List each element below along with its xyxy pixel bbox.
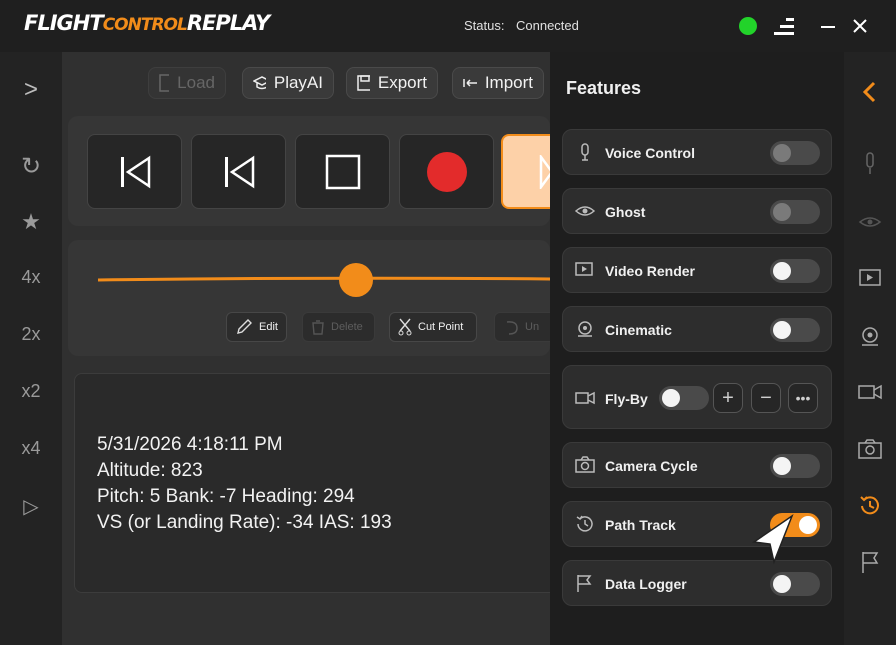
edit-button[interactable]: Edit [226, 312, 287, 342]
speed-4x-button[interactable]: 4x [0, 267, 62, 288]
info-speed: VS (or Landing Rate): -34 IAS: 193 [97, 512, 392, 533]
info-altitude: Altitude: 823 [97, 460, 203, 481]
status-label: Status: [464, 18, 505, 33]
video-render-toggle[interactable] [770, 259, 820, 283]
star-icon[interactable]: ★ [0, 209, 62, 235]
app-logo: FLIGHTCONTROLREPLAY [24, 11, 270, 35]
playai-button[interactable]: PlayAI [242, 67, 334, 99]
expand-chevron-icon[interactable]: > [0, 76, 62, 104]
stop-button[interactable] [295, 134, 390, 209]
feature-cinematic: Cinematic [562, 306, 832, 352]
file-icon [159, 74, 170, 92]
speed-x4-button[interactable]: x4 [0, 438, 62, 459]
step-back-button[interactable] [191, 134, 286, 209]
status-indicator-icon [739, 17, 757, 35]
pencil-icon [237, 319, 252, 334]
speed-2x-button[interactable]: 2x [0, 324, 62, 345]
refresh-icon[interactable]: ↻ [0, 152, 62, 181]
flag-icon [577, 575, 592, 592]
fly-by-remove-button[interactable]: − [751, 383, 781, 413]
camera-icon[interactable] [855, 437, 885, 461]
export-button[interactable]: Export [346, 67, 438, 99]
cinematic-camera-icon[interactable] [855, 324, 885, 348]
fly-by-add-button[interactable]: + [713, 383, 743, 413]
microphone-icon [581, 143, 589, 161]
timeline-handle[interactable] [339, 263, 373, 297]
undo-icon [506, 321, 518, 335]
timeline-slider[interactable] [96, 262, 550, 298]
history-icon[interactable] [855, 494, 885, 518]
eye-icon [575, 206, 595, 216]
import-button[interactable]: Import [452, 67, 544, 99]
video-camera-icon [575, 391, 595, 405]
flight-info-box: 5/31/2026 4:18:11 PM Altitude: 823 Pitch… [74, 373, 574, 593]
feature-video-render: Video Render [562, 247, 832, 293]
info-attitude: Pitch: 5 Bank: -7 Heading: 294 [97, 486, 355, 507]
ghost-toggle[interactable] [770, 200, 820, 224]
load-button[interactable]: Load [148, 67, 226, 99]
video-camera-icon[interactable] [855, 380, 885, 404]
mouse-cursor-icon [752, 514, 794, 565]
graduation-cap-icon [253, 76, 266, 90]
play-icon [539, 154, 550, 189]
video-render-icon [575, 262, 593, 276]
stop-icon [325, 154, 360, 189]
save-icon [357, 75, 370, 91]
play-outline-icon[interactable]: ▷ [0, 494, 62, 519]
feature-data-logger: Data Logger [562, 560, 832, 606]
microphone-icon[interactable] [855, 152, 885, 176]
skip-to-start-button[interactable] [87, 134, 182, 209]
camera-cycle-toggle[interactable] [770, 454, 820, 478]
scissors-icon [398, 318, 412, 336]
delete-button[interactable]: Delete [302, 312, 375, 342]
record-button[interactable] [399, 134, 494, 209]
more-icon: ••• [795, 390, 811, 406]
info-datetime: 5/31/2026 4:18:11 PM [97, 434, 283, 455]
close-icon[interactable] [852, 18, 868, 34]
play-button[interactable] [501, 134, 550, 209]
features-title: Features [566, 78, 642, 98]
skip-to-start-icon [120, 155, 150, 188]
title-bar: FLIGHTCONTROLREPLAY Status: Connected [0, 0, 896, 52]
minus-icon: − [760, 386, 772, 409]
collapse-chevron-icon[interactable] [855, 80, 885, 104]
cinematic-toggle[interactable] [770, 318, 820, 342]
camera-icon [575, 456, 595, 473]
cinematic-camera-icon [578, 321, 592, 337]
record-icon [426, 151, 467, 192]
plus-icon: + [722, 386, 734, 409]
features-panel: Features Voice Control Ghost Video Rende… [550, 52, 844, 645]
status-value: Connected [516, 18, 579, 33]
menu-icon[interactable] [772, 16, 796, 38]
eye-icon[interactable] [855, 210, 885, 234]
feature-voice-control: Voice Control [562, 129, 832, 175]
import-arrow-icon [463, 79, 477, 87]
cut-point-button[interactable]: Cut Point [389, 312, 477, 342]
undo-button[interactable]: Un [494, 312, 550, 342]
right-rail [844, 52, 896, 645]
data-logger-toggle[interactable] [770, 572, 820, 596]
step-back-icon [224, 155, 254, 188]
minimize-icon[interactable] [820, 18, 836, 34]
feature-camera-cycle: Camera Cycle [562, 442, 832, 488]
history-icon [576, 515, 593, 532]
feature-ghost: Ghost [562, 188, 832, 234]
flag-icon[interactable] [855, 550, 885, 574]
fly-by-more-button[interactable]: ••• [788, 383, 818, 413]
voice-control-toggle[interactable] [770, 141, 820, 165]
fly-by-toggle[interactable] [659, 386, 709, 410]
speed-x2-button[interactable]: x2 [0, 381, 62, 402]
feature-fly-by: Fly-By + − ••• [562, 365, 832, 429]
video-render-icon[interactable] [855, 266, 885, 290]
trash-icon [312, 320, 324, 335]
left-nav: > ↻ ★ 4x 2x x2 x4 ▷ [0, 52, 62, 645]
